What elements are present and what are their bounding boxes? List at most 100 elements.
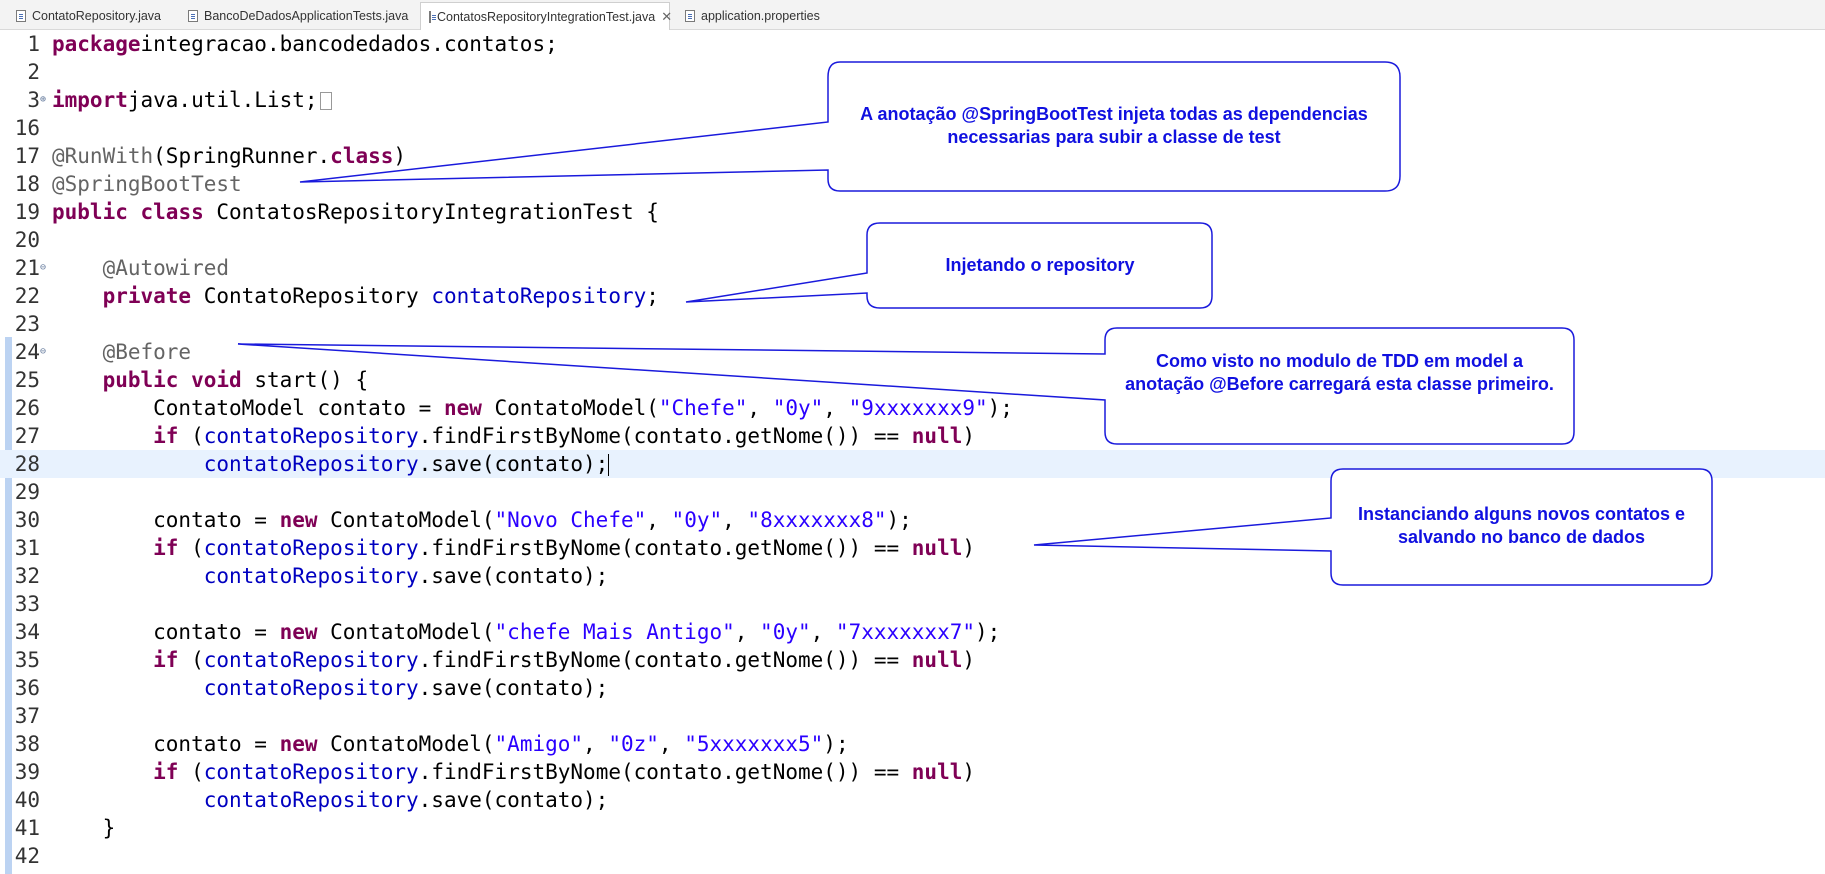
- code-token: "9xxxxxxx9": [848, 396, 988, 420]
- code-token: @RunWith: [52, 144, 154, 168]
- line-number: 40: [14, 788, 40, 812]
- line-number: 2: [27, 60, 40, 84]
- line-text: if (contatoRepository.findFirstByNome(co…: [52, 646, 975, 674]
- code-token: null: [911, 424, 963, 448]
- line-number: 29: [14, 480, 40, 504]
- code-token: void: [191, 368, 242, 392]
- code-token: (SpringRunner.: [153, 144, 331, 168]
- close-icon[interactable]: ✕: [661, 9, 672, 25]
- line-text: contatoRepository.save(contato);: [52, 450, 610, 478]
- collapse-fold-icon[interactable]: ⊖: [40, 254, 46, 282]
- code-token: );: [886, 508, 912, 532]
- code-token: );: [975, 620, 1001, 644]
- code-token: ,: [583, 732, 609, 756]
- tab-2[interactable]: BancoDeDadosApplicationTests.java: [180, 2, 415, 29]
- code-line[interactable]: 28 contatoRepository.save(contato);: [0, 450, 1825, 478]
- code-token: "Chefe": [658, 396, 748, 420]
- code-token: .save(contato);: [418, 788, 609, 812]
- code-token: if: [153, 648, 179, 672]
- code-token: "0y": [760, 620, 811, 644]
- code-line[interactable]: 39 if (contatoRepository.findFirstByNome…: [0, 758, 1825, 786]
- code-line[interactable]: 37: [0, 702, 1825, 730]
- line-text: @Before: [52, 338, 192, 366]
- code-line[interactable]: 35 if (contatoRepository.findFirstByNome…: [0, 646, 1825, 674]
- code-token: ;: [646, 284, 659, 308]
- code-token: ,: [646, 508, 672, 532]
- editor-tab-bar: ContatoRepository.java BancoDeDadosApplic…: [0, 0, 1825, 30]
- code-line[interactable]: 32 contatoRepository.save(contato);: [0, 562, 1825, 590]
- tab-1[interactable]: ContatoRepository.java: [8, 2, 173, 29]
- file-icon: [429, 10, 436, 23]
- code-token: integracao.bancodedados.contatos;: [140, 32, 558, 56]
- code-line[interactable]: 20: [0, 226, 1825, 254]
- code-token: if: [153, 424, 179, 448]
- code-line[interactable]: 38 contato = new ContatoModel("Amigo", "…: [0, 730, 1825, 758]
- code-editor[interactable]: 1 packageintegracao.bancodedados.contatos…: [0, 30, 1825, 874]
- line-number: 32: [14, 564, 40, 588]
- code-token: "5xxxxxxx5": [684, 732, 824, 756]
- line-number: 37: [14, 704, 40, 728]
- code-line[interactable]: 23: [0, 310, 1825, 338]
- code-token: ContatoModel(: [317, 620, 495, 644]
- line-number: 31: [14, 536, 40, 560]
- code-token: private: [102, 284, 192, 308]
- code-token: ): [962, 760, 976, 784]
- code-token: .findFirstByNome(contato.getNome()) ==: [418, 424, 912, 448]
- code-line[interactable]: 41 }: [0, 814, 1825, 842]
- tab-4[interactable]: application.properties: [677, 2, 847, 29]
- code-line[interactable]: 33: [0, 590, 1825, 618]
- collapse-fold-icon[interactable]: ⊖: [40, 338, 46, 366]
- code-token: ): [393, 144, 407, 168]
- code-token: "Novo Chefe": [494, 508, 647, 532]
- code-token: "0y": [671, 508, 723, 532]
- code-line[interactable]: 34 contato = new ContatoModel("chefe Mai…: [0, 618, 1825, 646]
- line-number: 35: [14, 648, 40, 672]
- code-token: (: [178, 760, 204, 784]
- callout-before-text: Como visto no modulo de TDD em model a a…: [1125, 351, 1554, 394]
- code-token: @Autowired: [102, 256, 230, 280]
- collapsed-imports-icon[interactable]: [319, 92, 332, 110]
- line-text: @Autowired: [52, 254, 229, 282]
- code-token: (: [178, 536, 204, 560]
- expand-fold-icon[interactable]: ⊕: [40, 86, 46, 114]
- code-line[interactable]: 40 contatoRepository.save(contato);: [0, 786, 1825, 814]
- code-line[interactable]: 27 if (contatoRepository.findFirstByNome…: [0, 422, 1825, 450]
- code-token: ContatoModel contato =: [52, 396, 444, 420]
- code-token: contatoRepository: [203, 452, 419, 476]
- code-line[interactable]: 2: [0, 58, 1825, 86]
- code-token: new: [279, 508, 318, 532]
- line-number: 38: [14, 732, 40, 756]
- code-token: "8xxxxxxx8": [747, 508, 887, 532]
- code-token: );: [987, 396, 1013, 420]
- code-line[interactable]: 1 packageintegracao.bancodedados.contatos…: [0, 30, 1825, 58]
- line-text: importjava.util.List;: [52, 86, 332, 114]
- line-number: 19: [14, 200, 40, 224]
- code-token: contatoRepository: [203, 788, 419, 812]
- code-token: ,: [734, 620, 761, 644]
- tab-3[interactable]: ContatosRepositoryIntegrationTest.java ✕: [420, 2, 672, 30]
- line-number: 30: [14, 508, 40, 532]
- code-line[interactable]: 18 @SpringBootTest: [0, 170, 1825, 198]
- code-line[interactable]: 19 public class ContatosRepositoryIntegra…: [0, 198, 1825, 226]
- code-token: if: [153, 760, 179, 784]
- code-line[interactable]: 29: [0, 478, 1825, 506]
- code-token: ContatoModel(: [481, 396, 659, 420]
- line-text: contato = new ContatoModel("Novo Chefe",…: [52, 506, 912, 534]
- code-line[interactable]: 26 ContatoModel contato = new ContatoMod…: [0, 394, 1825, 422]
- code-line[interactable]: 42: [0, 842, 1825, 870]
- code-token: package: [52, 32, 141, 56]
- callout-instanciando-text: Instanciando alguns novos contatos e sal…: [1357, 504, 1686, 547]
- code-line[interactable]: 36 contatoRepository.save(contato);: [0, 674, 1825, 702]
- line-text: ContatoModel contato = new ContatoModel(…: [52, 394, 1013, 422]
- line-number: 36: [14, 676, 40, 700]
- line-number: 39: [14, 760, 40, 784]
- code-line[interactable]: 22 private ContatoRepository contatoRepo…: [0, 282, 1825, 310]
- code-token: ContatoModel(: [317, 732, 495, 756]
